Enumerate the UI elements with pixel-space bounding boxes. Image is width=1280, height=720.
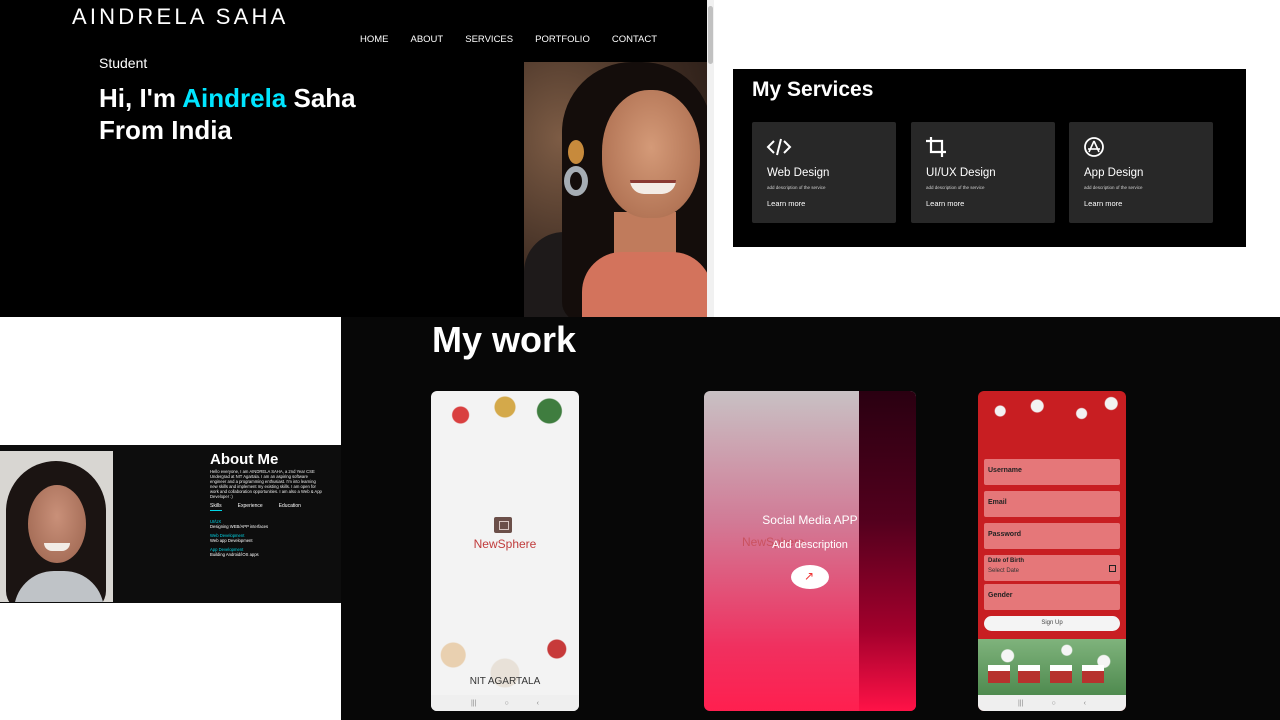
external-link-icon[interactable] xyxy=(791,565,829,589)
service-card-web-design[interactable]: Web Design add description of the servic… xyxy=(752,122,896,223)
work-title: My work xyxy=(432,319,577,360)
village-illustration xyxy=(978,639,1126,695)
field-label: Date of Birth xyxy=(988,558,1024,564)
home-icon: ○ xyxy=(1051,699,1056,707)
about-tabs: Skills Experience Education xyxy=(210,503,317,511)
greeting-prefix: Hi, I'm xyxy=(99,83,183,113)
skill-item: UI/UX Designing WEB/APP interfaces xyxy=(210,519,268,529)
crop-icon xyxy=(926,137,946,157)
tab-education[interactable]: Education xyxy=(279,503,301,511)
scrollbar[interactable] xyxy=(707,0,714,317)
email-field[interactable]: Email xyxy=(984,491,1120,517)
app-brand: NewSphere xyxy=(473,537,537,551)
date-of-birth-field[interactable]: Date of Birth Select Date xyxy=(984,555,1120,581)
code-icon xyxy=(766,138,792,156)
hero-portrait-image xyxy=(524,62,708,317)
signup-button[interactable]: Sign Up xyxy=(984,616,1120,631)
skill-item: App Development Building Android/iOS app… xyxy=(210,547,268,557)
android-navbar: ||| ○ ‹ xyxy=(431,695,579,711)
service-desc: add description of the service xyxy=(767,185,826,190)
services-title: My Services xyxy=(752,78,874,101)
nav-services[interactable]: SERVICES xyxy=(465,34,513,45)
name-suffix: Saha xyxy=(286,83,356,113)
service-desc: add description of the service xyxy=(926,185,985,190)
service-card-app-design[interactable]: App Design add description of the servic… xyxy=(1069,122,1213,223)
recents-icon: ||| xyxy=(470,699,477,707)
hero-role: Student xyxy=(99,55,148,71)
back-icon: ‹ xyxy=(1083,699,1086,707)
app-footer-text: NIT AGARTALA xyxy=(469,676,541,687)
hero-panel: AINDRELA SAHA HOME ABOUT SERVICES PORTFO… xyxy=(0,0,714,317)
nav-portfolio[interactable]: PORTFOLIO xyxy=(535,34,590,45)
date-placeholder: Select Date xyxy=(988,568,1020,574)
service-name: App Design xyxy=(1084,167,1144,179)
about-photo xyxy=(0,451,113,602)
skill-desc: Web app Development xyxy=(210,538,253,543)
christmas-decor xyxy=(978,391,1126,441)
skill-item: Web Development Web app Development xyxy=(210,533,268,543)
scrollbar-thumb[interactable] xyxy=(708,6,713,64)
back-icon: ‹ xyxy=(536,699,539,707)
service-card-uiux-design[interactable]: UI/UX Design add description of the serv… xyxy=(911,122,1055,223)
christmas-decor xyxy=(431,391,579,431)
work-card-signup-form[interactable]: Username Email Password Date of Birth Se… xyxy=(978,391,1126,711)
about-panel: About Me Hello everyone, I am AINDRELA S… xyxy=(0,445,341,603)
nav-about[interactable]: ABOUT xyxy=(411,34,444,45)
about-title: About Me xyxy=(210,451,279,468)
field-label: Password xyxy=(988,531,1022,538)
gender-field[interactable]: Gender xyxy=(984,584,1120,610)
tab-skills[interactable]: Skills xyxy=(210,503,222,511)
work-card-newsphere[interactable]: NewSphere NIT AGARTALA ||| ○ ‹ xyxy=(431,391,579,711)
learn-more-link[interactable]: Learn more xyxy=(1084,199,1122,208)
username-field[interactable]: Username xyxy=(984,459,1120,485)
services-panel: My Services Web Design add description o… xyxy=(733,69,1246,247)
field-label: Gender xyxy=(988,592,1013,599)
home-icon: ○ xyxy=(504,699,509,707)
learn-more-link[interactable]: Learn more xyxy=(926,199,964,208)
password-field[interactable]: Password xyxy=(984,523,1120,549)
field-label: Username xyxy=(988,467,1022,474)
work-panel: My work NewSphere NIT AGARTALA ||| ○ ‹ N… xyxy=(341,317,1280,720)
tab-experience[interactable]: Experience xyxy=(238,503,263,511)
work-card-social-media[interactable]: NewSphere Social Media APP Add descripti… xyxy=(704,391,916,711)
recents-icon: ||| xyxy=(1017,699,1024,707)
learn-more-link[interactable]: Learn more xyxy=(767,199,805,208)
card-overlay xyxy=(859,391,916,711)
service-name: UI/UX Design xyxy=(926,167,996,179)
name-highlight: Aindrela xyxy=(182,83,287,113)
nav-home[interactable]: HOME xyxy=(360,34,389,45)
skill-desc: Building Android/iOS apps xyxy=(210,552,259,557)
app-store-icon xyxy=(1084,137,1104,157)
field-label: Email xyxy=(988,499,1007,506)
project-desc: Add description xyxy=(772,539,848,551)
skills-list: UI/UX Designing WEB/APP interfaces Web D… xyxy=(210,519,268,561)
hero-headline: Hi, I'm Aindrela Saha From India xyxy=(99,82,356,146)
site-logo[interactable]: AINDRELA SAHA xyxy=(72,4,288,30)
service-desc: add description of the service xyxy=(1084,185,1143,190)
android-navbar: ||| ○ ‹ xyxy=(978,695,1126,711)
skill-desc: Designing WEB/APP interfaces xyxy=(210,524,269,529)
project-title: Social Media APP xyxy=(762,513,858,527)
main-nav: HOME ABOUT SERVICES PORTFOLIO CONTACT xyxy=(360,34,679,45)
about-bio: Hello everyone, I am AINDRELA SAHA, a 2n… xyxy=(210,469,322,499)
hero-location: From India xyxy=(99,115,232,145)
newsphere-logo-icon xyxy=(494,517,512,533)
calendar-icon[interactable] xyxy=(1109,565,1116,572)
service-name: Web Design xyxy=(767,167,830,179)
nav-contact[interactable]: CONTACT xyxy=(612,34,657,45)
